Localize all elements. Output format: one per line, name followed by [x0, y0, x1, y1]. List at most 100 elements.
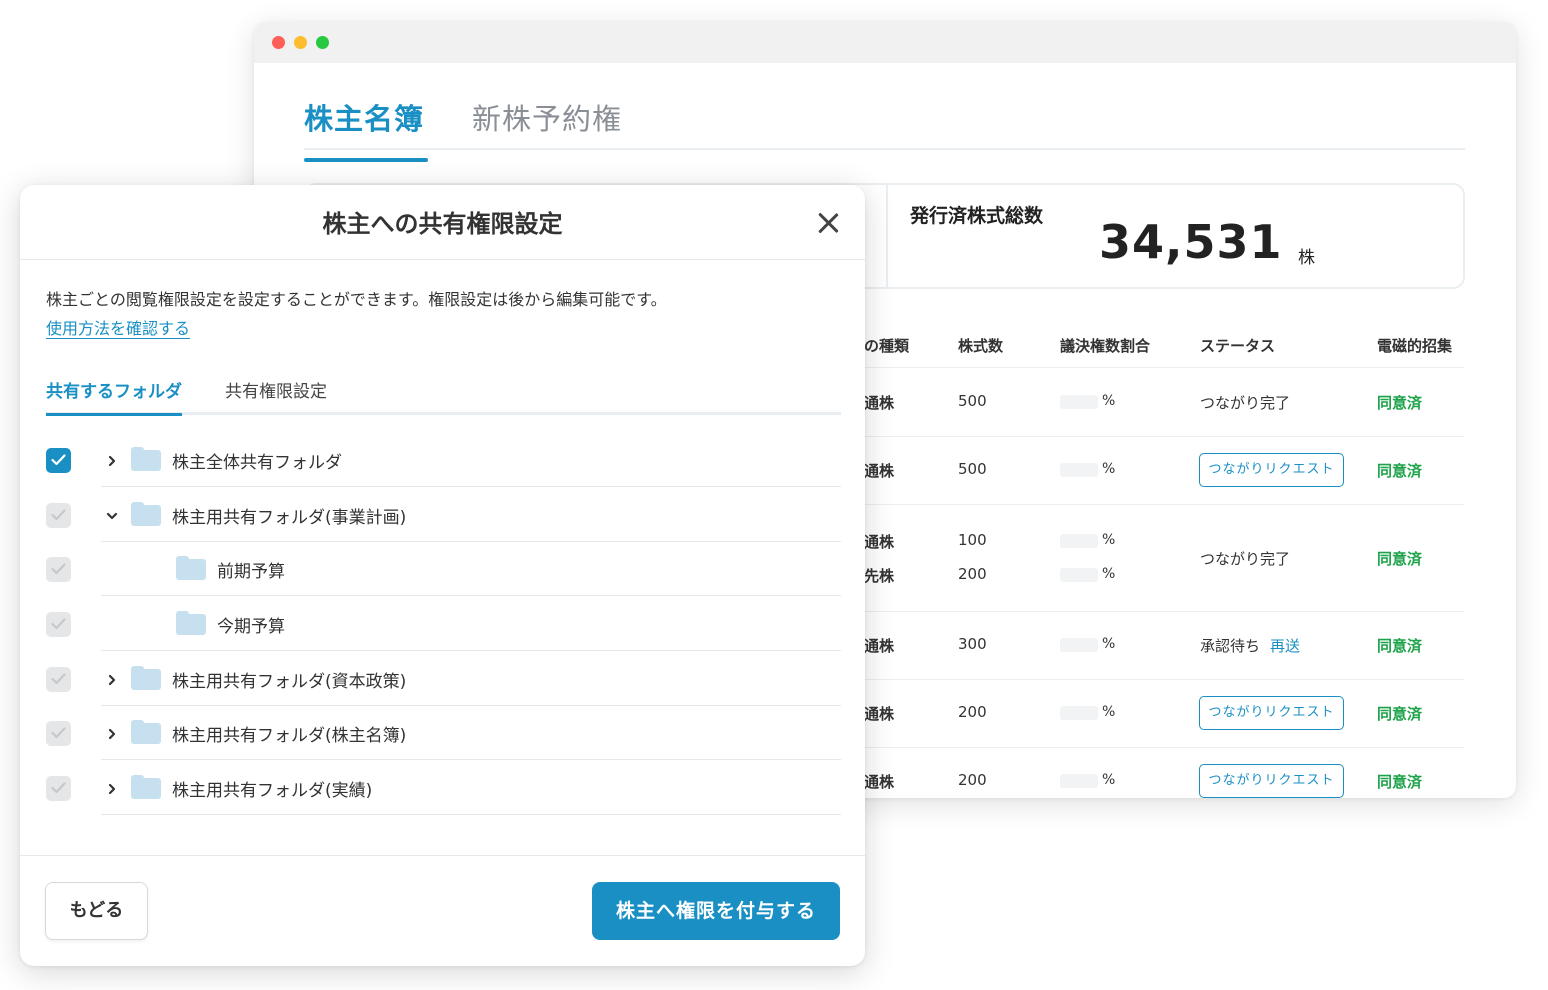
row-divider: [864, 436, 1464, 437]
row-divider: [864, 679, 1464, 680]
connection-request-button[interactable]: つながりリクエスト: [1199, 764, 1344, 798]
row-divider: [864, 747, 1464, 748]
grant-permission-button[interactable]: 株主へ権限を付与する: [592, 882, 840, 940]
connection-request-button[interactable]: つながりリクエスト: [1199, 453, 1344, 487]
share-count-cell: 200: [958, 564, 987, 583]
folder-label: 株主用共有フォルダ(実績): [172, 781, 373, 801]
folder-row[interactable]: 株主全体共有フォルダ: [20, 433, 865, 487]
voting-ratio-placeholder: [1060, 395, 1098, 409]
summary-divider: [886, 185, 888, 287]
folder-row[interactable]: 株主用共有フォルダ(株主名簿): [20, 706, 865, 760]
issued-shares-value: 34,531: [1099, 215, 1283, 269]
voting-ratio-percent: %: [1102, 393, 1116, 409]
folder-icon: [131, 775, 161, 799]
share-count-cell: 200: [958, 703, 987, 721]
folder-label: 株主用共有フォルダ(事業計画): [172, 508, 407, 528]
share-count-cell: 200: [958, 771, 987, 789]
header-voting-ratio: 議決権数割合: [1060, 337, 1151, 355]
help-link[interactable]: 使用方法を確認する: [46, 315, 190, 339]
folder-row-divider: [101, 595, 841, 596]
header-electronic-notice: 電磁的招集: [1377, 337, 1453, 355]
folder-checkbox[interactable]: [46, 667, 71, 692]
tab-share-permissions[interactable]: 共有権限設定: [225, 377, 327, 402]
minimize-window-dot[interactable]: [294, 36, 307, 49]
folder-checkbox[interactable]: [46, 612, 71, 637]
share-type-cell: 通株: [864, 394, 895, 412]
resend-link[interactable]: 再送: [1270, 637, 1300, 655]
header-divider: [864, 367, 1464, 368]
share-type-cell: 通株: [864, 637, 895, 655]
share-type-cell: 通株: [864, 462, 895, 480]
modal-header: 株主への共有権限設定: [20, 185, 865, 260]
consent-status: 同意済: [1377, 637, 1423, 655]
folder-checkbox[interactable]: [46, 503, 71, 528]
voting-ratio-percent: %: [1102, 461, 1116, 477]
back-button[interactable]: もどる: [45, 882, 148, 940]
status-text: つながり完了: [1200, 548, 1290, 569]
connection-request-button[interactable]: つながりリクエスト: [1199, 696, 1344, 730]
close-icon[interactable]: [817, 211, 839, 233]
voting-ratio-percent: %: [1102, 704, 1116, 720]
window-titlebar: [254, 22, 1516, 63]
chevron-right-icon[interactable]: [106, 452, 118, 467]
consent-status: 同意済: [1377, 462, 1423, 480]
header-share-type: の種類: [864, 337, 910, 355]
voting-ratio-placeholder: [1060, 533, 1098, 548]
chevron-right-icon[interactable]: [106, 725, 118, 740]
folder-icon: [131, 720, 161, 744]
voting-ratio-placeholder: [1060, 638, 1098, 652]
voting-ratio-placeholder: [1060, 774, 1098, 788]
close-window-dot[interactable]: [272, 36, 285, 49]
folder-label: 株主用共有フォルダ(株主名簿): [172, 726, 407, 746]
folder-row-divider: [101, 759, 841, 760]
issued-shares-label: 発行済株式総数: [910, 205, 1044, 227]
folder-row[interactable]: 株主用共有フォルダ(実績): [20, 761, 865, 815]
folder-row-divider: [101, 814, 841, 815]
registry-tabs: 株主名簿 新株予約権: [304, 86, 1465, 162]
folder-label: 今期予算: [217, 617, 285, 637]
folder-row[interactable]: 前期予算: [20, 542, 865, 596]
folder-row-divider: [101, 486, 841, 487]
modal-tabs: 共有するフォルダ 共有権限設定: [46, 373, 841, 416]
folder-label: 株主全体共有フォルダ: [172, 453, 342, 473]
row-divider: [864, 504, 1464, 505]
folder-icon: [131, 447, 161, 471]
consent-status: 同意済: [1377, 394, 1423, 412]
tab-stock-options[interactable]: 新株予約権: [472, 96, 622, 138]
voting-ratio-placeholder: [1060, 706, 1098, 720]
modal-footer: もどる 株主へ権限を付与する: [20, 855, 865, 966]
chevron-right-icon[interactable]: [106, 780, 118, 795]
share-type-cell: 通株: [864, 705, 895, 723]
share-count-cell: 500: [958, 392, 987, 410]
share-type-cell: 通株: [864, 773, 895, 791]
folder-checkbox[interactable]: [46, 721, 71, 746]
share-count-cell: 500: [958, 460, 987, 478]
share-type-cell: 先株: [864, 566, 895, 585]
share-permission-modal: 株主への共有権限設定 株主ごとの閲覧権限設定を設定することができます。権限設定は…: [20, 185, 865, 966]
folder-checkbox[interactable]: [46, 776, 71, 801]
chevron-right-icon[interactable]: [106, 671, 118, 686]
chevron-down-icon[interactable]: [106, 507, 118, 520]
status-label: つながり完了: [1200, 394, 1291, 412]
status-label: 承認待ち: [1200, 637, 1261, 655]
voting-ratio-placeholder: [1060, 463, 1098, 477]
tab-shared-folders[interactable]: 共有するフォルダ: [46, 377, 182, 416]
folder-checkbox[interactable]: [46, 448, 71, 473]
consent-status: 同意済: [1377, 773, 1423, 791]
folder-row[interactable]: 株主用共有フォルダ(事業計画): [20, 488, 865, 542]
folder-row-divider: [101, 650, 841, 651]
folder-icon: [176, 611, 206, 635]
tab-shareholder-registry[interactable]: 株主名簿: [304, 96, 429, 162]
zoom-window-dot[interactable]: [316, 36, 329, 49]
folder-checkbox[interactable]: [46, 557, 71, 582]
modal-title: 株主への共有権限設定: [322, 210, 563, 238]
folder-row[interactable]: 株主用共有フォルダ(資本政策): [20, 652, 865, 706]
voting-ratio-percent: %: [1102, 636, 1116, 652]
folder-row[interactable]: 今期予算: [20, 597, 865, 651]
consent-status: 同意済: [1377, 705, 1423, 723]
status-label: つながり完了: [1200, 549, 1291, 568]
status-text: つながり完了: [1200, 392, 1290, 413]
folder-icon: [131, 502, 161, 526]
voting-ratio-placeholder: [1060, 567, 1098, 582]
folder-icon: [176, 556, 206, 580]
